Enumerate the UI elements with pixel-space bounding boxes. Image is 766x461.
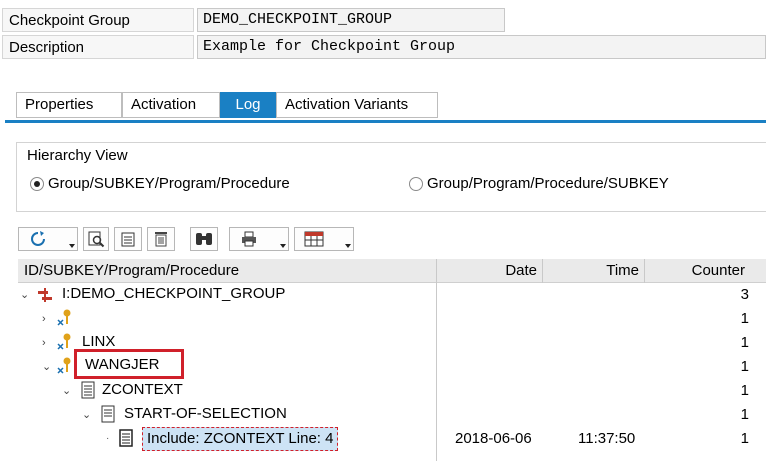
chevron-down-icon[interactable]: ⌄ [82,409,92,421]
delete-icon [152,230,170,248]
search-button[interactable] [190,227,218,251]
counter-cell: 1 [740,382,749,399]
dropdown-arrow-icon [69,244,75,248]
time-cell: 11:37:50 [578,430,636,447]
include-icon [118,429,134,451]
chevron-down-icon[interactable]: ⌄ [20,289,30,301]
table-row[interactable]: · Include: ZCONTEXT Line: 4 2018-06-06 1… [18,427,766,451]
table-row[interactable]: ⌄ WANGJER 1 [18,349,766,380]
dropdown-arrow-icon [345,244,351,248]
table-row[interactable]: ⌄ START-OF-SELECTION 1 [18,404,766,426]
binoculars-icon [194,230,214,248]
program-icon [80,381,96,403]
tree-leaf-dot: · [106,433,110,444]
tree-node-label: LINX [82,333,116,350]
layout-icon [304,231,324,247]
description-label: Description [2,35,194,59]
column-header-counter[interactable]: Counter [645,259,749,283]
column-header-time[interactable]: Time [543,259,643,283]
radio-group-program-subkey[interactable]: Group/Program/Procedure/SUBKEY [409,175,669,192]
tree-node-label: START-OF-SELECTION [124,405,287,422]
tab-activation-variants[interactable]: Activation Variants [276,92,438,118]
counter-cell: 1 [740,406,749,423]
counter-cell: 1 [740,334,749,351]
event-icon [100,405,116,427]
find-icon [87,230,105,248]
find-button[interactable] [83,227,109,251]
radio-label: Group/SUBKEY/Program/Procedure [48,175,290,192]
table-row[interactable]: ⌄ I:DEMO_CHECKPOINT_GROUP 3 [18,284,766,306]
refresh-icon [29,230,47,248]
column-header-id[interactable]: ID/SUBKEY/Program/Procedure [20,259,435,283]
radio-label: Group/Program/Procedure/SUBKEY [427,175,669,192]
layout-button[interactable] [294,227,354,251]
chevron-down-icon[interactable]: ⌄ [62,385,72,397]
expand-icon [119,230,137,248]
chevron-right-icon[interactable]: › [42,337,52,349]
counter-cell: 3 [740,286,749,303]
counter-cell: 1 [740,358,749,375]
checkpoint-group-icon [38,287,56,307]
tab-underline [5,120,766,123]
tab-log[interactable]: Log [220,92,276,118]
radio-selected-icon [30,176,44,191]
key-icon [56,308,74,332]
dropdown-arrow-icon [280,244,286,248]
refresh-button[interactable] [18,227,78,251]
checkpoint-group-field[interactable]: DEMO_CHECKPOINT_GROUP [197,8,505,32]
table-row[interactable]: ⌄ ZCONTEXT 1 [18,380,766,402]
print-button[interactable] [229,227,289,251]
selected-node-label: Include: ZCONTEXT Line: 4 [142,427,339,451]
date-cell: 2018-06-06 [455,430,532,447]
counter-cell: 1 [740,310,749,327]
tab-properties[interactable]: Properties [16,92,122,118]
chevron-down-icon[interactable]: ⌄ [42,361,52,373]
hierarchy-view-title: Hierarchy View [27,147,128,164]
tab-activation[interactable]: Activation [122,92,220,118]
print-icon [240,230,258,248]
column-divider [644,259,645,283]
highlighted-node-label: WANGJER [74,349,184,379]
table-row[interactable]: › 1 [18,308,766,330]
column-header-date[interactable]: Date [437,259,541,283]
radio-group-subkey-program[interactable]: Group/SUBKEY/Program/Procedure [30,175,290,192]
key-icon [56,332,74,356]
tree-node-label: ZCONTEXT [102,381,183,398]
expand-button[interactable] [114,227,142,251]
delete-button[interactable] [147,227,175,251]
key-icon [56,356,74,380]
radio-unselected-icon [409,176,423,191]
chevron-right-icon[interactable]: › [42,313,52,325]
tree-node-label: I:DEMO_CHECKPOINT_GROUP [62,285,286,302]
checkpoint-group-label: Checkpoint Group [2,8,194,32]
description-field[interactable]: Example for Checkpoint Group [197,35,766,59]
column-divider [542,259,543,283]
counter-cell: 1 [740,430,749,447]
